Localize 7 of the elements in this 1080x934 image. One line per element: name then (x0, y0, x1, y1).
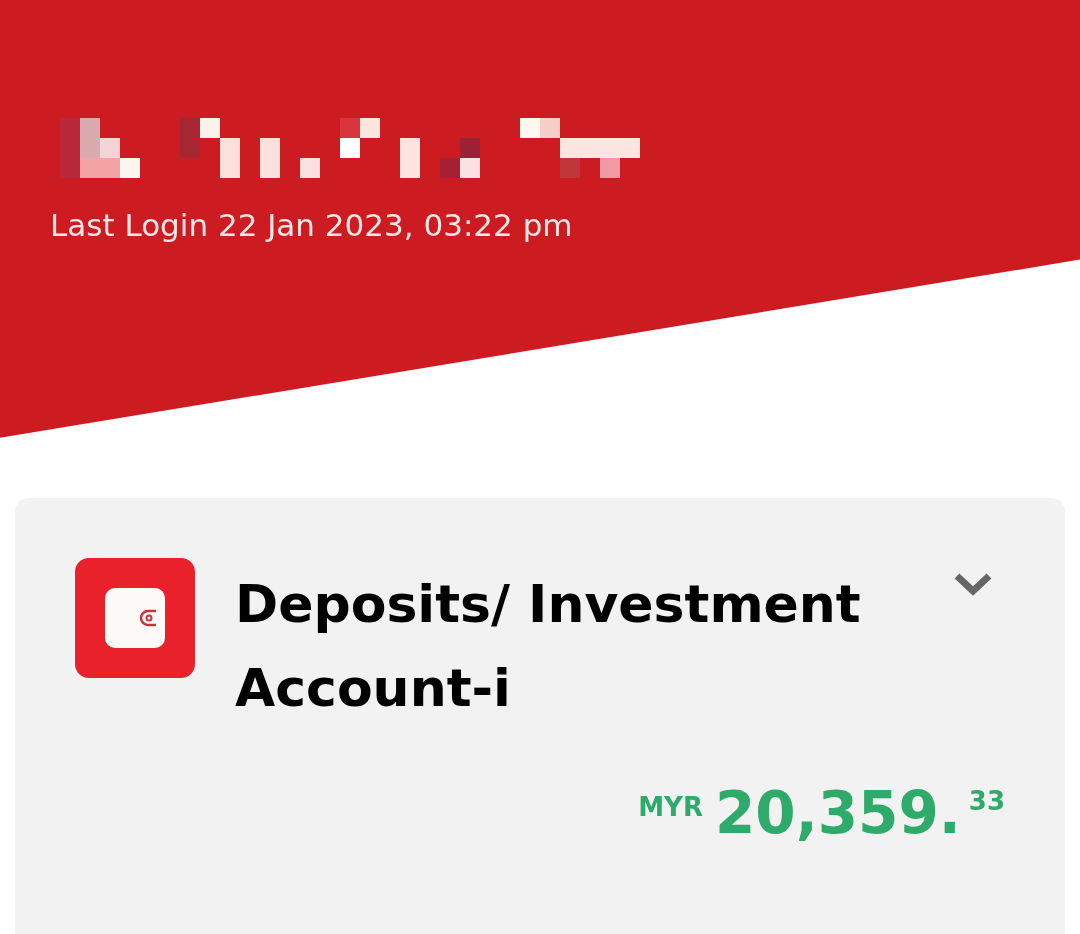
last-login-text: Last Login 22 Jan 2023, 03:22 pm (50, 206, 573, 245)
currency-label: MYR (638, 791, 703, 824)
chevron-down-icon[interactable] (953, 572, 993, 596)
account-title: Deposits/ Investment Account-i (235, 573, 862, 720)
wallet-icon (75, 558, 195, 678)
balance-cents: 33 (968, 785, 1005, 818)
balance-amount: 20,359. (714, 778, 961, 848)
